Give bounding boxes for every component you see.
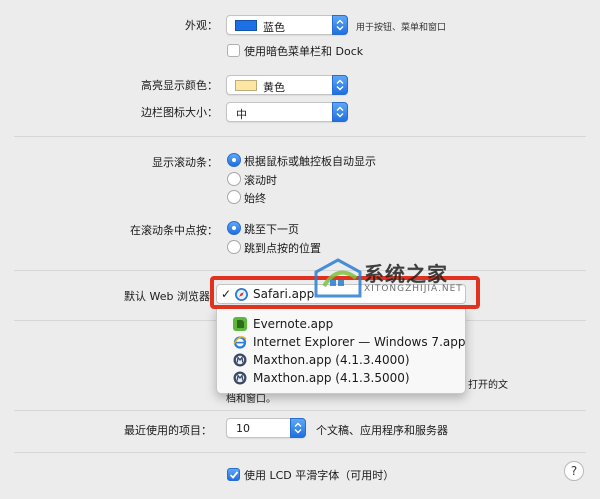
partial-text-line1: 打开的文 [468, 380, 508, 391]
recent-items-popup[interactable]: 10 [226, 418, 306, 438]
appearance-label: 外观： [185, 19, 218, 32]
scroll-always-radio[interactable] [227, 190, 241, 204]
sidebar-icon-size-value: 中 [236, 108, 247, 121]
appearance-color-swatch [235, 20, 257, 31]
menu-item-maxthon-5000[interactable]: Maxthon.app (4.1.3.5000) [233, 370, 461, 388]
highlight-color-label: 高亮显示颜色： [141, 79, 218, 92]
watermark: 系统之家 XITONGZHIJIA.NET [312, 252, 488, 308]
separator [14, 320, 216, 321]
appearance-value: 蓝色 [263, 21, 285, 34]
sidebar-icon-size-popup[interactable]: 中 [226, 102, 348, 122]
scroll-when-scrolling-radio[interactable] [227, 172, 241, 186]
jump-next-page-radio[interactable] [227, 221, 241, 235]
watermark-url: XITONGZHIJIA.NET [364, 284, 463, 294]
highlight-color-swatch [235, 80, 257, 91]
highlight-color-popup[interactable]: 黄色 [226, 75, 348, 95]
popup-arrows-icon [332, 75, 348, 95]
lcd-smoothing-label: 使用 LCD 平滑字体（可用时） [244, 469, 395, 482]
watermark-title: 系统之家 [364, 262, 448, 286]
popup-arrows-icon [290, 418, 306, 438]
dark-menu-label: 使用暗色菜单栏和 Dock [244, 45, 364, 58]
scroll-click-label: 在滚动条中点按： [130, 224, 218, 237]
default-browser-menu: Evernote.app Internet Explorer — Windows… [216, 307, 466, 394]
popup-arrows-icon [332, 15, 348, 35]
highlight-color-value: 黄色 [263, 81, 285, 94]
recent-items-suffix: 个文稿、应用程序和服务器 [316, 424, 448, 437]
sidebar-icon-size-label: 边栏图标大小： [141, 106, 218, 119]
jump-to-spot-radio[interactable] [227, 240, 241, 254]
watermark-logo-icon [314, 258, 362, 298]
evernote-icon [233, 317, 247, 331]
menu-item-internet-explorer[interactable]: Internet Explorer — Windows 7.app [233, 334, 465, 352]
recent-items-value: 10 [236, 422, 250, 435]
separator [14, 270, 586, 271]
help-button[interactable]: ? [564, 461, 584, 481]
menu-item-label: Internet Explorer — Windows 7.app [253, 335, 466, 349]
menu-item-label: Maxthon.app (4.1.3.4000) [253, 353, 410, 367]
separator [14, 452, 586, 453]
separator [466, 320, 586, 321]
appearance-note: 用于按钮、菜单和窗口 [356, 23, 447, 33]
appearance-popup[interactable]: 蓝色 [226, 15, 348, 35]
partial-text-line2: 档和窗口。 [226, 394, 276, 405]
scroll-auto-label: 根据鼠标或触控板自动显示 [244, 155, 376, 168]
menu-item-evernote[interactable]: Evernote.app [233, 316, 461, 334]
separator [14, 136, 586, 137]
internet-explorer-icon [233, 335, 247, 349]
scroll-bars-label: 显示滚动条： [152, 156, 218, 169]
maxthon-icon [233, 353, 247, 367]
menu-item-label: Evernote.app [253, 317, 334, 331]
jump-to-spot-label: 跳到点按的位置 [244, 242, 321, 255]
recent-items-label: 最近使用的项目： [124, 424, 212, 437]
menu-item-label: Maxthon.app (4.1.3.5000) [253, 371, 410, 385]
maxthon-icon [233, 371, 247, 385]
lcd-smoothing-checkbox[interactable] [227, 468, 240, 481]
jump-next-page-label: 跳至下一页 [244, 223, 299, 236]
dark-menu-checkbox[interactable] [227, 44, 240, 57]
popup-arrows-icon [332, 102, 348, 122]
scroll-auto-radio[interactable] [227, 153, 241, 167]
scroll-when-scrolling-label: 滚动时 [244, 174, 277, 187]
menu-item-maxthon-4000[interactable]: Maxthon.app (4.1.3.4000) [233, 352, 461, 370]
separator [14, 410, 586, 411]
default-browser-label: 默认 Web 浏览器 [124, 290, 210, 303]
scroll-always-label: 始终 [244, 192, 266, 205]
